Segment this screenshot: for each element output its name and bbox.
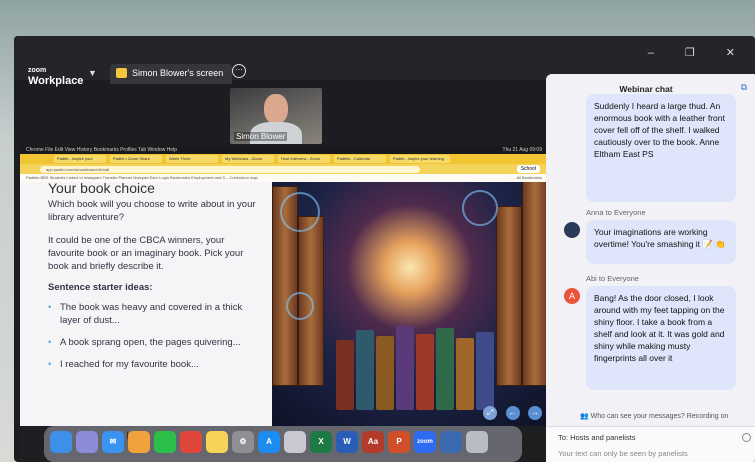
chat-input-area: To: Hosts and panelists Your text can on… xyxy=(546,426,755,462)
browser-tab[interactable]: Padlets - Calendar xyxy=(334,155,386,163)
bookmarks-bar: Padlets BBS Students Linked In Instagram… xyxy=(20,174,548,182)
dictionary-icon[interactable]: Aa xyxy=(362,431,384,453)
chat-message: Bang! As the door closed, I look around … xyxy=(586,286,736,390)
tab-shared-screen[interactable]: Simon Blower's screen xyxy=(110,64,232,84)
slide-title: Your book choice xyxy=(48,182,155,196)
chat-sender: Abi to Everyone xyxy=(586,274,639,283)
zoom-icon[interactable]: zoom xyxy=(414,431,436,453)
window-controls[interactable]: – ❐ ✕ xyxy=(648,46,749,59)
mac-clock: Thu 21 Aug 09:09 xyxy=(502,147,542,153)
sentence-starter-heading: Sentence starter ideas: xyxy=(48,282,153,293)
view-options-icon[interactable]: ⋯ xyxy=(232,64,246,78)
url-field[interactable]: app.padlet.com/simonblower/4b4a6 xyxy=(40,166,420,173)
avatar xyxy=(564,222,580,238)
zoom-logo: zoom Workplace xyxy=(28,66,84,87)
tab-shared-screen-label: Simon Blower's screen xyxy=(132,68,224,78)
book-spine xyxy=(456,338,474,410)
share-screen-icon xyxy=(116,68,127,78)
browser-address-bar: app.padlet.com/simonblower/4b4a6 School xyxy=(20,164,548,174)
slide-text-panel: Your book choice Which book will you cho… xyxy=(20,182,272,426)
speaker-head xyxy=(264,94,288,124)
settings-icon[interactable]: ⚙ xyxy=(232,431,254,453)
list-item: I reached for my favourite book... xyxy=(48,358,260,371)
all-bookmarks[interactable]: All Bookmarks xyxy=(516,174,542,182)
emoji-icon[interactable] xyxy=(742,433,751,442)
library-illustration: ⤢ ← → xyxy=(272,182,548,426)
browser-tab[interactable]: Padlet - Inspire your learning xyxy=(54,155,106,163)
shared-screen: Chrome File Edit View History Bookmarks … xyxy=(20,146,548,462)
chat-title: Webinar chat xyxy=(619,84,673,94)
trash-icon[interactable] xyxy=(466,431,488,453)
photos-icon[interactable] xyxy=(128,431,150,453)
bookshelf-right xyxy=(522,182,548,386)
bookshelf-right xyxy=(496,206,522,386)
chat-message: Suddenly I heard a large thud. An enormo… xyxy=(586,94,736,202)
next-slide-button[interactable]: → xyxy=(528,406,542,420)
books-icon[interactable] xyxy=(284,431,306,453)
text-cursor-icon: I xyxy=(126,430,130,442)
chat-input[interactable]: Your text can only be seen by panelists xyxy=(558,449,688,458)
magic-swirl xyxy=(286,292,314,320)
notes-icon[interactable] xyxy=(206,431,228,453)
browser-tab[interactable]: My Webinars - Zoom xyxy=(222,155,274,163)
slide-paragraph: It could be one of the CBCA winners, you… xyxy=(48,235,244,272)
mac-menu-bar: Chrome File Edit View History Bookmarks … xyxy=(20,146,548,154)
browser-tab[interactable]: Week Three xyxy=(166,155,218,163)
previous-slide-button[interactable]: ← xyxy=(505,406,520,420)
chrome-icon[interactable] xyxy=(180,431,202,453)
sentence-starter-list: The book was heavy and covered in a thic… xyxy=(48,301,260,371)
book-spine xyxy=(376,336,394,410)
slide-question: Which book will you choose to write abou… xyxy=(48,199,256,223)
book-spine xyxy=(396,326,414,410)
word-icon[interactable]: W xyxy=(336,431,358,453)
browser-tab[interactable]: Padlet - inspire your learning xyxy=(390,155,450,163)
chevron-down-icon[interactable]: ▼ xyxy=(88,68,97,78)
magic-swirl xyxy=(280,192,320,232)
monitor-screen: zoom Workplace ▼ Simon Blower's screen ⋯… xyxy=(14,36,755,462)
avatar: A xyxy=(564,288,580,304)
message-visibility-note[interactable]: 👥 Who can see your messages? Recording o… xyxy=(580,412,728,420)
list-item: A book sprang open, the pages quivering.… xyxy=(48,336,260,349)
browser-tab[interactable]: Padlet • Zoom Share xyxy=(110,155,162,163)
mac-dock: ✉ ⚙ A X W Aa Pzoom xyxy=(44,426,522,462)
book-spine xyxy=(336,340,354,410)
chat-sender: Anna to Everyone xyxy=(586,208,646,217)
magic-swirl xyxy=(462,190,498,226)
book-spine xyxy=(356,330,374,410)
launchpad-icon[interactable] xyxy=(76,431,98,453)
webinar-chat-panel: Webinar chat ⧉ Suddenly I heard a large … xyxy=(546,74,755,462)
school-profile-button[interactable]: School xyxy=(516,165,540,173)
book-spine xyxy=(416,334,434,410)
bookmarks-items[interactable]: Padlets BBS Students Linked In Instagram… xyxy=(26,175,258,180)
speaker-name: Simon Blower xyxy=(234,132,288,141)
speaker-video-tile[interactable]: Simon Blower xyxy=(230,88,322,144)
recipient-selector[interactable]: To: Hosts and panelists xyxy=(558,433,636,442)
facetime-icon[interactable] xyxy=(154,431,176,453)
fullscreen-icon[interactable]: ⤢ xyxy=(483,406,498,420)
mail-icon[interactable]: ✉ xyxy=(102,431,124,453)
zoom-logo-big: Workplace xyxy=(28,75,84,87)
powerpoint-icon[interactable]: P xyxy=(388,431,410,453)
app-store-icon[interactable]: A xyxy=(258,431,280,453)
mac-menu-items: Chrome File Edit View History Bookmarks … xyxy=(26,147,177,153)
people-icon: 👥 xyxy=(580,413,591,420)
popout-icon[interactable]: ⧉ xyxy=(741,82,747,93)
book-spine xyxy=(436,328,454,410)
chat-message: Your imaginations are working overtime! … xyxy=(586,220,736,264)
visibility-note-text: Who can see your messages? Recording on xyxy=(590,413,729,420)
preview-icon[interactable] xyxy=(440,431,462,453)
browser-tab[interactable]: Host Interview - Zoom xyxy=(278,155,330,163)
finder-icon[interactable] xyxy=(50,431,72,453)
book-spine xyxy=(476,332,494,410)
slide-navigation: ⤢ ← → xyxy=(479,402,542,420)
excel-icon[interactable]: X xyxy=(310,431,332,453)
list-item: The book was heavy and covered in a thic… xyxy=(48,301,260,327)
browser-tab-strip: Padlet - Inspire your learning Padlet • … xyxy=(20,154,548,164)
